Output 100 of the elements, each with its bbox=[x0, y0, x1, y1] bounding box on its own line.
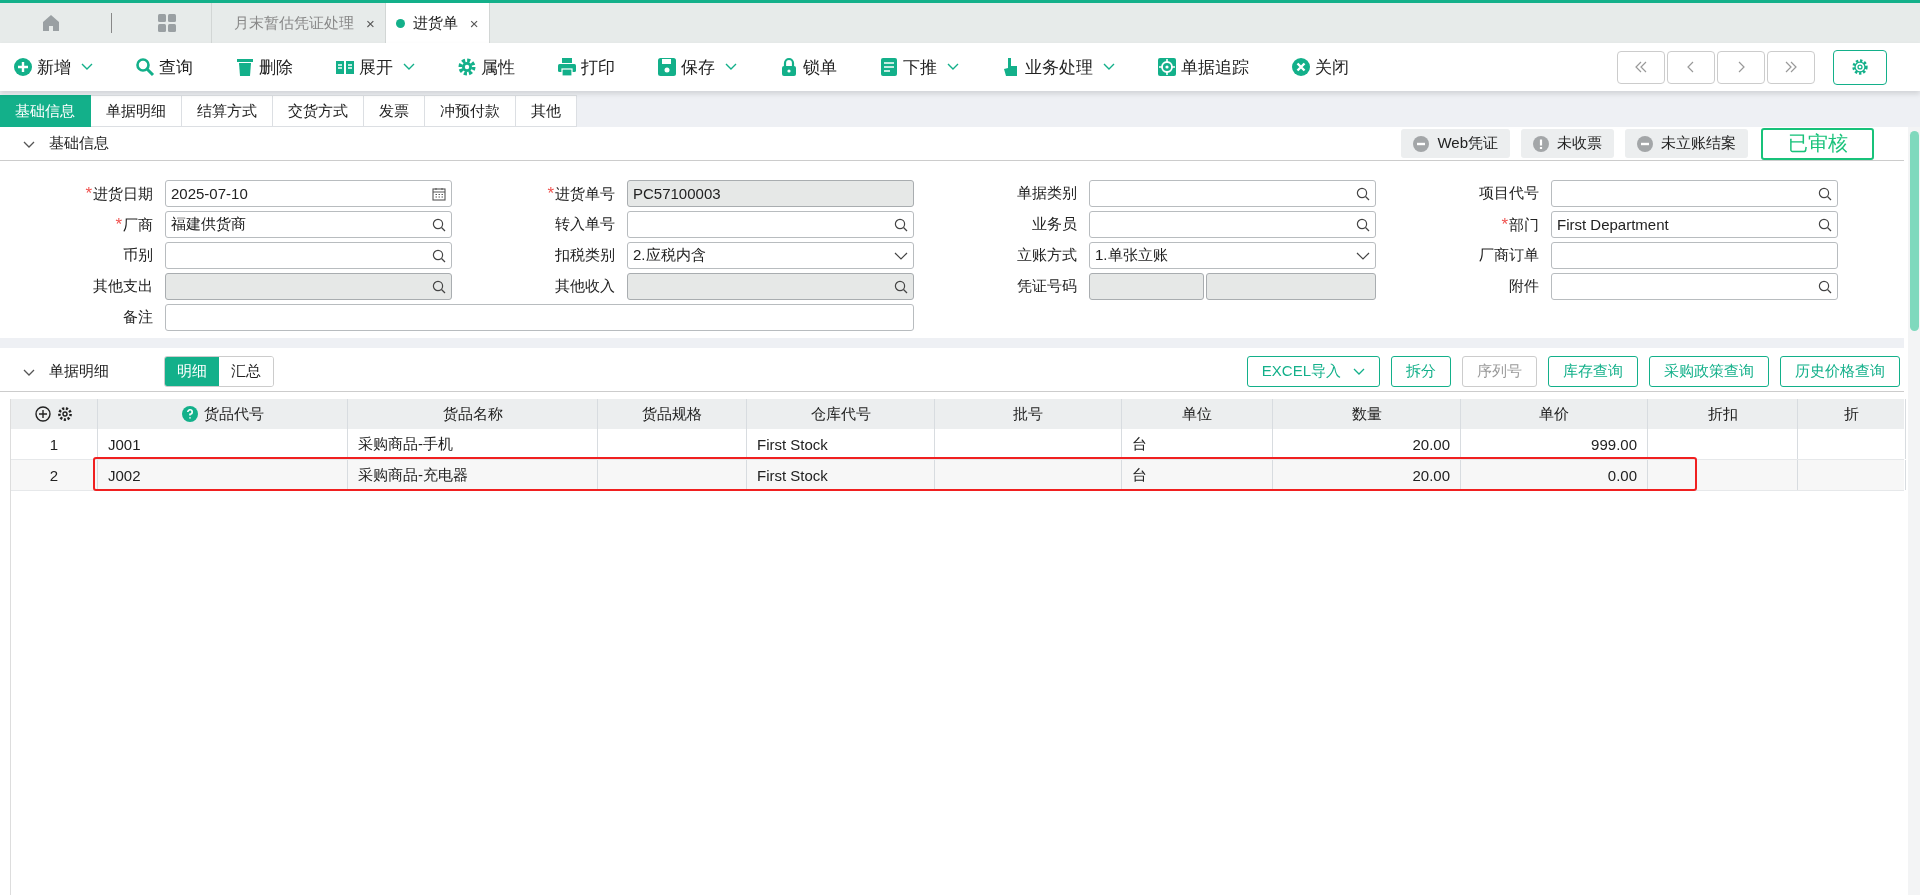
plus-icon bbox=[13, 57, 33, 77]
caret-icon[interactable] bbox=[403, 63, 415, 71]
search-icon[interactable] bbox=[894, 217, 908, 232]
calendar-icon[interactable] bbox=[432, 186, 446, 201]
required-mark: * bbox=[1501, 214, 1508, 234]
column-header[interactable]: 货品规格 bbox=[642, 404, 702, 424]
first-page-button[interactable] bbox=[1617, 50, 1665, 84]
input-field[interactable]: PC57100003 bbox=[627, 180, 914, 207]
column-header[interactable]: 批号 bbox=[1013, 404, 1043, 424]
toolbar-button[interactable]: 新增 bbox=[13, 55, 93, 79]
search-icon[interactable] bbox=[1818, 217, 1832, 232]
settings-icon[interactable] bbox=[57, 406, 73, 422]
field-label: 其他支出 bbox=[93, 277, 153, 294]
table-cell: 台 bbox=[1122, 460, 1273, 490]
grid-icon[interactable] bbox=[157, 13, 177, 33]
field-label: 备注 bbox=[123, 308, 153, 325]
help-icon[interactable] bbox=[181, 406, 198, 422]
table-cell: J001 bbox=[98, 429, 348, 459]
toolbar-button[interactable]: 删除 bbox=[235, 55, 293, 79]
input-field[interactable] bbox=[1551, 242, 1838, 269]
input-field[interactable] bbox=[1551, 273, 1838, 300]
input-field[interactable] bbox=[1551, 180, 1838, 207]
caret-icon[interactable] bbox=[81, 63, 93, 71]
column-header[interactable]: 货品代号 bbox=[203, 404, 264, 424]
last-page-button[interactable] bbox=[1767, 50, 1815, 84]
toolbar-button[interactable]: 属性 bbox=[457, 55, 515, 79]
search-icon bbox=[135, 57, 155, 77]
toolbar-button[interactable]: 查询 bbox=[135, 55, 193, 79]
column-header[interactable]: 单价 bbox=[1539, 404, 1569, 424]
column-header[interactable]: 货品名称 bbox=[442, 404, 503, 424]
column-header[interactable]: 数量 bbox=[1351, 404, 1382, 424]
table-row[interactable]: 2 J002 采购商品-充电器 First Stock 台 20.00 0.00 bbox=[11, 460, 1904, 491]
toolbar-button[interactable]: 关闭 bbox=[1291, 55, 1349, 79]
input-field[interactable] bbox=[1089, 211, 1376, 238]
lock-icon bbox=[779, 57, 799, 77]
table-cell: 采购商品-手机 bbox=[348, 429, 598, 459]
search-icon[interactable] bbox=[432, 279, 446, 294]
double-chevron-right-icon bbox=[1784, 61, 1798, 73]
search-icon[interactable] bbox=[1356, 217, 1370, 232]
table-cell: 20.00 bbox=[1273, 460, 1461, 490]
input-field[interactable]: 福建供货商 bbox=[165, 211, 452, 238]
gear-icon bbox=[457, 57, 477, 77]
table-cell: 20.00 bbox=[1273, 429, 1461, 459]
form-tab[interactable]: 发票 bbox=[364, 95, 425, 127]
input-field[interactable] bbox=[1206, 273, 1376, 300]
input-field[interactable]: 2025-07-10 bbox=[165, 180, 452, 207]
form-tab[interactable]: 冲预付款 bbox=[425, 95, 516, 127]
input-field[interactable] bbox=[1089, 273, 1204, 300]
search-icon[interactable] bbox=[1818, 186, 1832, 201]
print-icon bbox=[557, 57, 577, 77]
scrollbar-thumb[interactable] bbox=[1910, 131, 1919, 331]
input-field[interactable] bbox=[165, 304, 914, 331]
field-label: 进货日期 bbox=[93, 184, 153, 202]
row-number: 1 bbox=[11, 429, 98, 459]
toolbar-button[interactable]: 下推 bbox=[879, 55, 959, 79]
search-icon[interactable] bbox=[432, 217, 446, 232]
toolbar-button[interactable]: 保存 bbox=[657, 55, 737, 79]
search-icon[interactable] bbox=[432, 248, 446, 263]
exclamation-icon bbox=[1533, 135, 1549, 152]
field-label: 项目代号 bbox=[1479, 184, 1539, 201]
input-field[interactable]: First Department bbox=[1551, 211, 1838, 238]
field-label: 凭证号码 bbox=[1017, 277, 1077, 294]
search-icon[interactable] bbox=[894, 279, 908, 294]
search-icon[interactable] bbox=[1818, 279, 1832, 294]
toolbar-button[interactable]: 打印 bbox=[557, 55, 615, 79]
column-header[interactable]: 仓库代号 bbox=[810, 404, 871, 424]
caret-icon[interactable] bbox=[725, 63, 737, 71]
input-field[interactable] bbox=[165, 242, 452, 269]
add-row-icon[interactable] bbox=[35, 406, 51, 422]
form-tab[interactable]: 其他 bbox=[516, 95, 577, 127]
input-field[interactable] bbox=[627, 273, 914, 300]
previous-button[interactable] bbox=[1667, 50, 1715, 84]
input-field[interactable]: 2.应税内含 bbox=[627, 242, 914, 269]
field-label: 扣税类别 bbox=[555, 246, 615, 263]
toolbar-button[interactable]: 单据追踪 bbox=[1157, 55, 1249, 79]
form-tab[interactable]: 结算方式 bbox=[182, 95, 273, 127]
form-tab[interactable]: 交货方式 bbox=[273, 95, 364, 127]
settings-button[interactable] bbox=[1833, 49, 1887, 85]
caret-icon[interactable] bbox=[1103, 63, 1115, 71]
input-field[interactable] bbox=[1089, 180, 1376, 207]
column-header[interactable]: 折 bbox=[1844, 404, 1859, 424]
column-header[interactable]: 折扣 bbox=[1707, 404, 1738, 424]
field-label: 其他收入 bbox=[555, 277, 615, 294]
input-field[interactable] bbox=[165, 273, 452, 300]
input-field[interactable] bbox=[627, 211, 914, 238]
table-cell: 999.00 bbox=[1461, 429, 1648, 459]
table-cell: 0.00 bbox=[1461, 460, 1648, 490]
toolbar-button[interactable]: 展开 bbox=[335, 55, 415, 79]
page-tab[interactable]: 进货单 × bbox=[384, 3, 490, 43]
search-icon[interactable] bbox=[1356, 186, 1370, 201]
form-tab[interactable]: 单据明细 bbox=[91, 95, 182, 127]
home-icon[interactable] bbox=[41, 13, 61, 33]
next-button[interactable] bbox=[1717, 50, 1765, 84]
caret-icon[interactable] bbox=[947, 63, 959, 71]
input-field[interactable]: 1.单张立账 bbox=[1089, 242, 1376, 269]
toolbar-button[interactable]: 业务处理 bbox=[1001, 55, 1115, 79]
toolbar-button[interactable]: 锁单 bbox=[779, 55, 837, 79]
double-chevron-left-icon bbox=[1634, 61, 1648, 73]
column-header[interactable]: 单位 bbox=[1182, 404, 1212, 424]
table-cell: 台 bbox=[1122, 429, 1273, 459]
